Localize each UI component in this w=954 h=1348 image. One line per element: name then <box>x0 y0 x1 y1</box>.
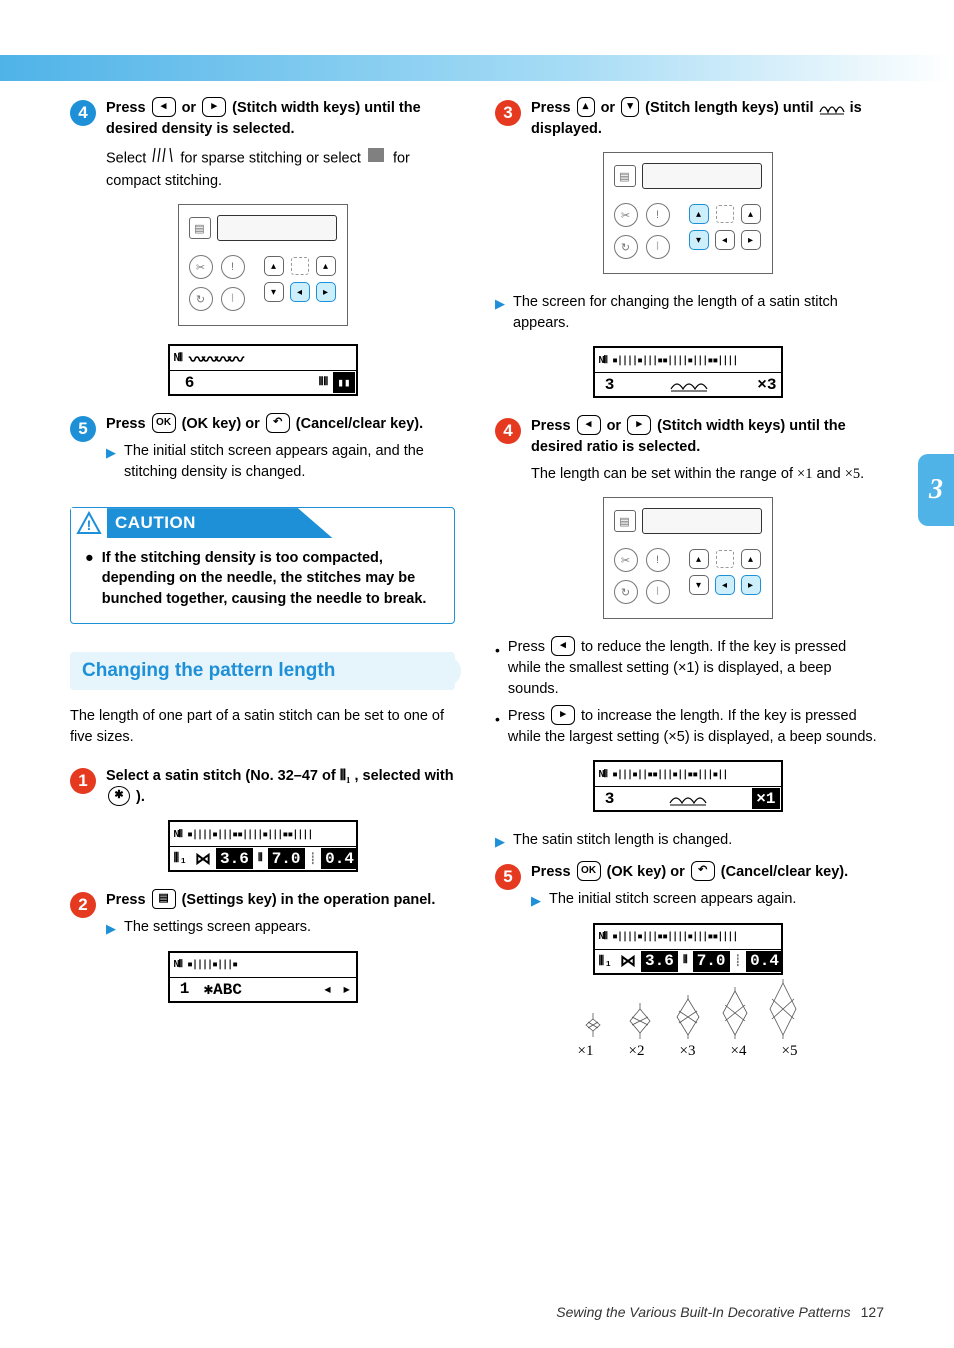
speed-icon: ↻ <box>614 580 638 604</box>
step-number-4: 4 <box>70 100 96 126</box>
up-arrow-key: ▴ <box>577 97 595 117</box>
step-number-2-red: 2 <box>70 892 96 918</box>
width-target-icon <box>291 257 309 275</box>
left-arrow-key: ◂ <box>551 636 575 656</box>
chapter-tab: 3 <box>918 454 954 526</box>
scissors-icon: ✂ <box>614 203 638 227</box>
lcd-ratio-x1: N⦀ ▪|||▪||▪▪|||▪||▪▪|||▪|| 3 ×1 <box>593 760 783 812</box>
right-key-highlight: ▸ <box>741 575 761 595</box>
left-arrow-key: ◂ <box>577 415 601 435</box>
ok-key: OK <box>152 413 176 433</box>
bullet-icon: • <box>495 709 500 748</box>
step-5-ok-right: 5 Press OK (OK key) or ↶ (Cancel/clear k… <box>495 862 880 911</box>
sparse-stitch-icon <box>152 146 174 171</box>
left-column: 4 Press ◂ or ▸ (Stitch width keys) until… <box>70 98 455 1060</box>
right-key-highlight: ▸ <box>316 282 336 302</box>
length-labels: ×1 ×2 ×3 ×4 ×5 <box>578 1043 798 1060</box>
step-number-4-red: 4 <box>495 418 521 444</box>
triangle-bullet-icon: ▶ <box>495 295 505 334</box>
mode-key-icon: ✱ <box>108 786 130 806</box>
lcd-density: N⦀ 〰〰〰〰 6 ⦀⦀ ▮▮ <box>168 344 358 396</box>
needle-icon: ! <box>221 255 245 279</box>
bullet-icon: • <box>495 640 500 700</box>
step-3-length-keys: 3 Press ▴ or ▾ (Stitch length keys) unti… <box>495 98 880 140</box>
right-arrow-key: ▸ <box>551 705 575 725</box>
caution-box: ! CAUTION ● If the stitching density is … <box>70 507 455 624</box>
lcd-settings: N⦀ ▪||||▪|||▪ 1 ✱ABC ◂ ▸ <box>168 951 358 1003</box>
settings-key: ▤ <box>152 889 176 909</box>
lock-icon: ⦚ <box>646 580 670 604</box>
satin-group-icon: ⦀₁ <box>340 768 351 784</box>
speed-icon: ↻ <box>189 287 213 311</box>
left-key-highlight: ◂ <box>715 575 735 595</box>
left-arrow-key: ◂ <box>152 97 176 117</box>
right-arrow-key: ▸ <box>202 97 226 117</box>
settings-key-icon: ▤ <box>614 510 636 532</box>
lcd-stitch-main: N⦀ ▪||||▪|||▪▪||||▪|||▪▪|||| ⦀₁ ⋈ 3.6 ⦀ … <box>168 820 358 872</box>
speed-icon: ↻ <box>614 235 638 259</box>
section-pattern-length: Changing the pattern length <box>70 652 455 690</box>
lock-icon: ⦚ <box>221 287 245 311</box>
step-number-3-red: 3 <box>495 100 521 126</box>
length-diamonds-figure <box>578 979 798 1039</box>
needle-icon: ! <box>646 548 670 572</box>
step-5-ok: 5 Press OK (OK key) or ↶ (Cancel/clear k… <box>70 414 455 483</box>
ok-key: OK <box>577 861 601 881</box>
up-key: ▴ <box>264 256 284 276</box>
bullet-icon: ● <box>85 548 94 609</box>
panel-lcd <box>642 508 762 534</box>
operation-panel-figure-2: ▤ ✂ ! ↻ ⦚ ▴ ▴ ▾ ◂ <box>603 152 773 274</box>
step-4-density: 4 Press ◂ or ▸ (Stitch width keys) until… <box>70 98 455 192</box>
header-gradient <box>0 55 954 81</box>
step-2-settings-key: 2 Press ▤ (Settings key) in the operatio… <box>70 890 455 939</box>
cancel-key: ↶ <box>266 413 290 433</box>
dense-stitch-icon <box>367 146 387 171</box>
operation-panel-figure: ▤ ✂ ! ↻ ⦚ ▴ ▴ ▾ ◂ <box>178 204 348 326</box>
lcd-ratio-x3: N⦀ ▪||||▪|||▪▪||||▪|||▪▪|||| 3 ×3 <box>593 346 783 398</box>
right-key: ▸ <box>741 230 761 250</box>
page-content: 4 Press ◂ or ▸ (Stitch width keys) until… <box>70 98 880 1060</box>
settings-key-icon: ▤ <box>189 217 211 239</box>
step-number-5-red: 5 <box>495 864 521 890</box>
caution-icon: ! <box>71 508 107 538</box>
up2-key: ▴ <box>316 256 336 276</box>
needle-icon: ! <box>646 203 670 227</box>
up2-key: ▴ <box>741 549 761 569</box>
up2-key: ▴ <box>741 204 761 224</box>
scissors-icon: ✂ <box>614 548 638 572</box>
step-number-1-red: 1 <box>70 768 96 794</box>
step-number-5: 5 <box>70 416 96 442</box>
down-key: ▾ <box>689 575 709 595</box>
scissors-icon: ✂ <box>189 255 213 279</box>
operation-panel-figure-3: ▤ ✂ ! ↻ ⦚ ▴ ▴ ▾ ◂ <box>603 497 773 619</box>
step-1-select-stitch: 1 Select a satin stitch (No. 32–47 of ⦀₁… <box>70 766 455 808</box>
page-footer: Sewing the Various Built-In Decorative P… <box>556 1304 884 1320</box>
panel-lcd <box>642 163 762 189</box>
up-key: ▴ <box>689 549 709 569</box>
settings-key-icon: ▤ <box>614 165 636 187</box>
length-target-icon <box>716 205 734 223</box>
cancel-key: ↶ <box>691 861 715 881</box>
right-column: 3 Press ▴ or ▾ (Stitch length keys) unti… <box>495 98 880 1060</box>
section-intro: The length of one part of a satin stitch… <box>70 706 455 748</box>
lock-icon: ⦚ <box>646 235 670 259</box>
down-arrow-key: ▾ <box>621 97 639 117</box>
caution-label: CAUTION <box>107 508 454 538</box>
panel-lcd <box>217 215 337 241</box>
triangle-bullet-icon: ▶ <box>106 444 116 483</box>
stitch-wave-icon <box>818 100 846 116</box>
up-key-highlight: ▴ <box>689 204 709 224</box>
right-arrow-key: ▸ <box>627 415 651 435</box>
lcd-final: N⦀ ▪||||▪|||▪▪||||▪|||▪▪|||| ⦀₁ ⋈ 3.6 ⦀ … <box>593 923 783 975</box>
svg-text:!: ! <box>87 517 92 533</box>
left-key-highlight: ◂ <box>290 282 310 302</box>
step-4-ratio: 4 Press ◂ or ▸ (Stitch width keys) until… <box>495 416 880 485</box>
triangle-bullet-icon: ▶ <box>106 920 116 939</box>
width-target-icon <box>716 550 734 568</box>
down-key-highlight: ▾ <box>689 230 709 250</box>
triangle-bullet-icon: ▶ <box>531 892 541 911</box>
left-key: ◂ <box>715 230 735 250</box>
down-key: ▾ <box>264 282 284 302</box>
triangle-bullet-icon: ▶ <box>495 833 505 852</box>
